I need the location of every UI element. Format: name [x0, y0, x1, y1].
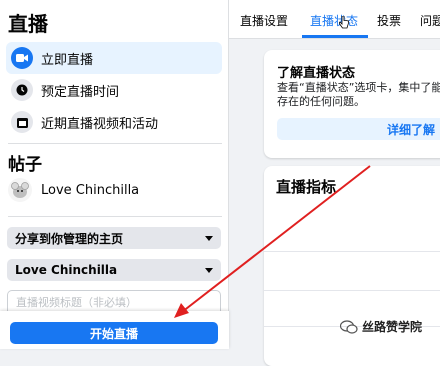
chat-bubbles-icon: [340, 319, 358, 334]
watermark-text: 丝路赞学院: [362, 320, 423, 334]
watermark: 丝路赞学院: [340, 318, 422, 335]
annotation-arrow: [174, 165, 371, 318]
